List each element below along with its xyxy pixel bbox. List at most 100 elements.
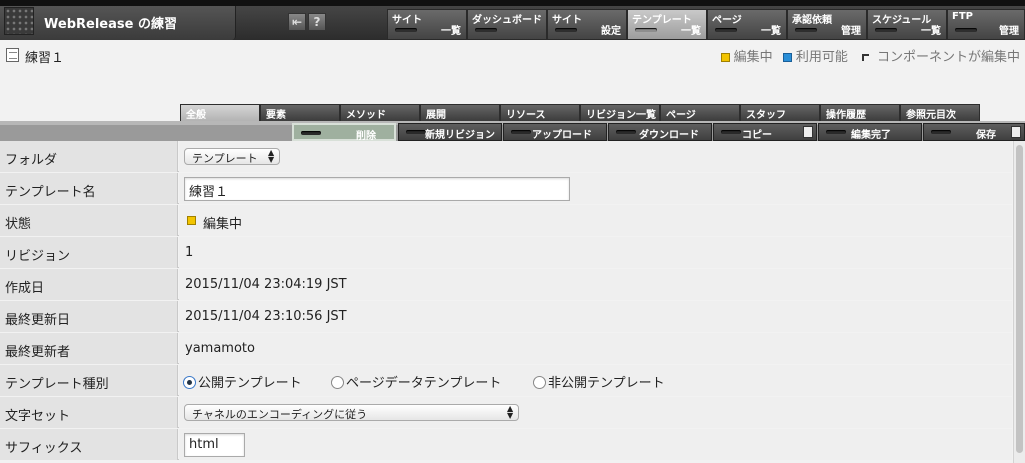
nav-indicator	[475, 28, 497, 32]
nav-page-list[interactable]: ページ 一覧	[707, 9, 787, 40]
editing-status-icon	[187, 216, 196, 225]
field-label: 最終更新日	[0, 301, 178, 332]
field-label: テンプレート種別	[0, 365, 178, 396]
tab-methods[interactable]: メソッド	[340, 104, 420, 121]
button-label: 編集完了	[851, 130, 891, 141]
tab-general[interactable]: 全般	[180, 104, 260, 121]
copy-button[interactable]: コピー	[713, 123, 817, 141]
template-name-input[interactable]: 練習１	[184, 177, 570, 201]
field-value: テンプレート ▲ ▼	[179, 141, 1012, 172]
nav-schedule[interactable]: スケジュール 一覧	[867, 9, 947, 40]
tab-expand[interactable]: 展開	[420, 104, 500, 121]
nav-sublabel: 一覧	[681, 26, 701, 37]
tab-pages[interactable]: ページ	[660, 104, 740, 121]
button-label: 削除	[356, 131, 376, 142]
app-title: WebRelease の練習	[44, 17, 177, 32]
row-status: 状態 編集中	[0, 205, 1012, 236]
nav-sublabel: 一覧	[761, 26, 781, 37]
field-value: チャネルのエンコーディングに従う ▲ ▼	[179, 397, 1012, 428]
button-indicator	[721, 130, 741, 134]
button-indicator	[931, 130, 951, 134]
button-indicator	[826, 130, 846, 134]
charset-select[interactable]: チャネルのエンコーディングに従う ▲ ▼	[184, 404, 519, 421]
nav-site-settings[interactable]: サイト 設定	[547, 9, 627, 40]
row-revision: リビジョン 1	[0, 237, 1012, 268]
button-indicator	[301, 131, 321, 135]
save-button[interactable]: 保存	[923, 123, 1025, 141]
tab-history[interactable]: 操作履歴	[820, 104, 900, 121]
field-label: 作成日	[0, 269, 178, 300]
button-label: ダウンロード	[639, 130, 699, 141]
radio-pagedata-template[interactable]: ページデータテンプレート	[331, 372, 501, 391]
button-indicator	[616, 130, 636, 134]
field-value: 編集中	[179, 205, 1012, 236]
nav-dashboard[interactable]: ダッシュボード	[467, 9, 547, 40]
legend-available: 利用可能	[795, 50, 848, 65]
radio-private-template[interactable]: 非公開テンプレート	[533, 372, 665, 391]
updated-value: 2015/11/04 23:10:56 JST	[185, 309, 347, 324]
revision-value: 1	[185, 245, 194, 260]
row-updater: 最終更新者 yamamoto	[0, 333, 1012, 364]
finish-edit-button[interactable]: 編集完了	[818, 123, 922, 141]
field-value: 練習１	[179, 173, 1012, 204]
back-icon[interactable]: ⇤	[288, 13, 306, 31]
select-arrows-icon: ▲ ▼	[268, 148, 275, 164]
page-title: 練習１	[25, 51, 65, 66]
app-logo-icon[interactable]	[4, 7, 34, 35]
nav-indicator	[875, 28, 897, 32]
button-indicator	[406, 130, 426, 134]
nav-label: ページ	[712, 15, 742, 26]
available-status-icon	[782, 53, 792, 62]
nav-indicator	[715, 28, 737, 32]
save-icon	[1011, 126, 1021, 138]
scrollbar-thumb[interactable]	[1016, 145, 1023, 453]
nav-indicator	[395, 28, 417, 32]
nav-label: サイト	[552, 15, 582, 26]
row-charset: 文字セット チャネルのエンコーディングに従う ▲ ▼	[0, 397, 1012, 428]
field-value: yamamoto	[179, 333, 1012, 364]
select-arrows-icon: ▲ ▼	[507, 404, 514, 420]
nav-site-list[interactable]: サイト 一覧	[387, 9, 467, 40]
tab-elements[interactable]: 要素	[260, 104, 340, 121]
field-label: 状態	[0, 205, 178, 236]
nav-ftp[interactable]: FTP 管理	[947, 9, 1025, 40]
field-value: 2015/11/04 23:04:19 JST	[179, 269, 1012, 300]
row-template-name: テンプレート名 練習１	[0, 173, 1012, 204]
nav-approval[interactable]: 承認依頼 管理	[787, 9, 867, 40]
download-button[interactable]: ダウンロード	[608, 123, 712, 141]
tab-references[interactable]: 参照元目次	[900, 104, 980, 121]
tab-staff[interactable]: スタッフ	[740, 104, 820, 121]
tab-resources[interactable]: リソース	[500, 104, 580, 121]
button-label: アップロード	[532, 130, 592, 141]
field-value: 1	[179, 237, 1012, 268]
top-bar: WebRelease の練習 ⇤ ? サイト 一覧 ダッシュボード サイト 設定…	[0, 0, 1025, 40]
upload-button[interactable]: アップロード	[503, 123, 607, 141]
field-label: リビジョン	[0, 237, 178, 268]
nav-sublabel: 管理	[841, 26, 861, 37]
nav-sublabel: 管理	[999, 26, 1019, 37]
radio-public-template[interactable]: 公開テンプレート	[183, 372, 302, 391]
button-label: 新規リビジョン	[425, 130, 495, 141]
nav-sublabel: 一覧	[441, 26, 461, 37]
tab-revisions[interactable]: リビジョン一覧	[580, 104, 660, 121]
nav-indicator	[795, 28, 817, 32]
row-updated: 最終更新日 2015/11/04 23:10:56 JST	[0, 301, 1012, 332]
nav-indicator	[955, 28, 977, 32]
help-icon[interactable]: ?	[308, 13, 326, 31]
nav-label: サイト	[392, 15, 422, 26]
field-label: サフィックス	[0, 429, 178, 460]
delete-button[interactable]: 削除	[292, 123, 396, 142]
charset-select-value: チャネルのエンコーディングに従う	[192, 408, 368, 421]
row-folder: フォルダ テンプレート ▲ ▼	[0, 141, 1012, 172]
nav-template-list[interactable]: テンプレート 一覧	[627, 9, 707, 40]
field-label: フォルダ	[0, 141, 178, 172]
field-label: 文字セット	[0, 397, 178, 428]
document-icon	[6, 48, 19, 62]
status-legend: 編集中 利用可能 コンポーネントが編集中	[715, 46, 1020, 65]
suffix-input[interactable]: html	[184, 433, 245, 457]
button-label: 保存	[976, 130, 996, 141]
vertical-scrollbar[interactable]	[1013, 141, 1025, 463]
copy-icon	[803, 126, 813, 138]
folder-select[interactable]: テンプレート ▲ ▼	[184, 148, 280, 165]
new-revision-button[interactable]: 新規リビジョン	[398, 123, 502, 141]
